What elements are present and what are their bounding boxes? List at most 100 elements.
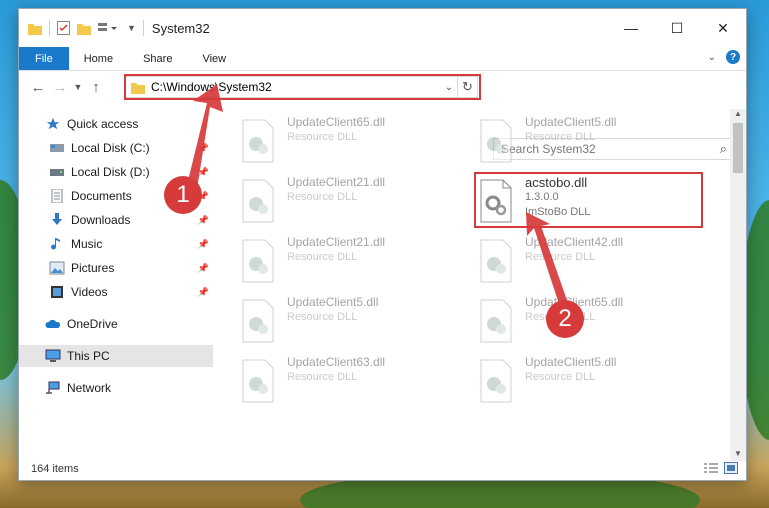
file-description: Resource DLL: [287, 191, 358, 203]
recent-locations-button[interactable]: ▼: [71, 82, 85, 92]
sidebar-item-label: This PC: [67, 349, 110, 363]
navigation-pane: Quick access Local Disk (C:) 📌 Local Dis…: [19, 109, 213, 449]
drive-icon: [50, 169, 64, 176]
sidebar-item-local-disk-c[interactable]: Local Disk (C:) 📌: [19, 137, 213, 159]
list-item[interactable]: UpdateClient5.dll Resource DLL: [477, 115, 697, 167]
scroll-up-icon[interactable]: ▲: [730, 109, 746, 121]
list-item[interactable]: UpdateClient5.dll Resource DLL: [239, 295, 459, 347]
list-item[interactable]: UpdateClient5.dll Resource DLL: [477, 355, 697, 407]
new-folder-icon[interactable]: [77, 22, 91, 35]
status-bar: 164 items: [19, 457, 746, 481]
sidebar-item-this-pc[interactable]: This PC: [19, 345, 213, 367]
title-bar: ▼ System32 — ☐ ✕: [19, 9, 746, 47]
list-item[interactable]: UpdateClient21.dll Resource DLL: [239, 235, 459, 287]
file-name: UpdateClient5.dll: [287, 295, 379, 309]
file-description: Resource DLL: [287, 131, 358, 143]
dll-file-icon: [480, 359, 512, 403]
file-name: UpdateClient5.dll: [525, 115, 617, 129]
file-name: UpdateClient5.dll: [525, 355, 617, 369]
pin-icon[interactable]: 📌: [198, 167, 209, 178]
back-button[interactable]: ←: [27, 79, 49, 96]
sidebar-item-label: Network: [67, 381, 112, 395]
expand-ribbon-icon[interactable]: ⌄: [708, 52, 716, 63]
dll-file-icon: [242, 299, 274, 343]
scrollbar-thumb[interactable]: [733, 123, 743, 173]
file-description: Resource DLL: [525, 131, 596, 143]
step-badge-2: 2: [546, 300, 584, 338]
pin-icon[interactable]: 📌: [198, 215, 209, 226]
customize-icon[interactable]: [98, 22, 120, 35]
tab-home[interactable]: Home: [69, 47, 128, 70]
sidebar-item-label: Local Disk (C:): [71, 141, 150, 155]
file-description: Resource DLL: [287, 371, 358, 383]
details-view-icon[interactable]: [704, 462, 718, 474]
dll-file-icon: [480, 239, 512, 283]
step-badge-1: 1: [164, 176, 202, 214]
tab-share[interactable]: Share: [128, 47, 187, 70]
sidebar-item-label: Downloads: [71, 213, 131, 227]
maximize-button[interactable]: ☐: [654, 9, 700, 47]
list-item[interactable]: UpdateClient42.dll Resource DLL: [477, 235, 697, 287]
sidebar-item-pictures[interactable]: Pictures 📌: [19, 257, 213, 279]
tab-view[interactable]: View: [187, 47, 241, 70]
file-description: Resource DLL: [287, 311, 358, 323]
pin-icon[interactable]: 📌: [198, 143, 209, 154]
sidebar-item-onedrive[interactable]: OneDrive: [19, 313, 213, 335]
view-toggle: [704, 462, 738, 474]
tab-file[interactable]: File: [19, 47, 69, 70]
pin-icon[interactable]: 📌: [198, 287, 209, 298]
dropdown-arrow-icon[interactable]: ▼: [127, 23, 136, 33]
sidebar-item-network[interactable]: Network: [19, 377, 213, 399]
computer-icon: [45, 349, 61, 362]
sidebar-item-videos[interactable]: Videos 📌: [19, 281, 213, 303]
file-description: Resource DLL: [287, 251, 358, 263]
list-item[interactable]: UpdateClient63.dll Resource DLL: [239, 355, 459, 407]
list-item[interactable]: UpdateClient65.dll Resource DLL: [239, 115, 459, 167]
address-bar-highlight: [124, 74, 481, 100]
music-icon: [51, 238, 60, 250]
file-name: UpdateClient63.dll: [287, 355, 386, 369]
list-item[interactable]: UpdateClient21.dll Resource DLL: [239, 175, 459, 227]
forward-button[interactable]: →: [49, 79, 71, 96]
folder-icon[interactable]: [28, 22, 42, 35]
sidebar-item-label: OneDrive: [67, 317, 118, 331]
file-list: UpdateClient65.dll Resource DLL UpdateCli…: [215, 109, 729, 454]
download-icon: [52, 213, 62, 225]
file-name: UpdateClient42.dll: [525, 235, 624, 249]
window-title: System32: [151, 20, 210, 36]
sidebar-item-label: Quick access: [67, 117, 139, 131]
dll-file-icon: [242, 239, 274, 283]
sidebar-item-label: Documents: [71, 189, 132, 203]
vertical-scrollbar[interactable]: ▲ ▼: [730, 109, 746, 461]
properties-icon[interactable]: [57, 21, 70, 35]
sidebar-item-quick-access[interactable]: Quick access: [19, 113, 213, 135]
sidebar-item-label: Pictures: [71, 261, 115, 275]
dll-file-icon: [242, 179, 274, 223]
network-icon: [46, 381, 60, 394]
documents-icon: [51, 189, 63, 203]
dll-file-icon: [480, 299, 512, 343]
sidebar-item-music[interactable]: Music 📌: [19, 233, 213, 255]
up-button[interactable]: ↑: [85, 79, 107, 96]
close-button[interactable]: ✕: [700, 9, 746, 47]
file-name: UpdateClient21.dll: [287, 235, 386, 249]
quick-access-toolbar: ▼: [19, 20, 144, 36]
list-item[interactable]: UpdateClient65.dllResource DLL: [477, 295, 697, 347]
help-icon[interactable]: ?: [726, 50, 740, 64]
minimize-button[interactable]: —: [608, 9, 654, 47]
pin-icon[interactable]: 📌: [198, 239, 209, 250]
sidebar-item-label: Local Disk (D:): [71, 165, 150, 179]
dll-file-icon: [242, 359, 274, 403]
videos-icon: [51, 286, 63, 298]
drive-icon: [50, 144, 64, 152]
file-name: UpdateClient65.dll: [287, 115, 386, 129]
file-description: Resource DLL: [525, 371, 596, 383]
toolbar-divider: [49, 20, 50, 36]
sidebar-item-label: Music: [71, 237, 103, 251]
pictures-icon: [49, 261, 65, 275]
pin-icon[interactable]: 📌: [198, 263, 209, 274]
file-description: Resource DLL: [525, 251, 596, 263]
cloud-icon: [45, 319, 61, 328]
ribbon-right-controls: ⌄ ?: [708, 50, 740, 64]
large-icons-view-icon[interactable]: [724, 462, 738, 474]
